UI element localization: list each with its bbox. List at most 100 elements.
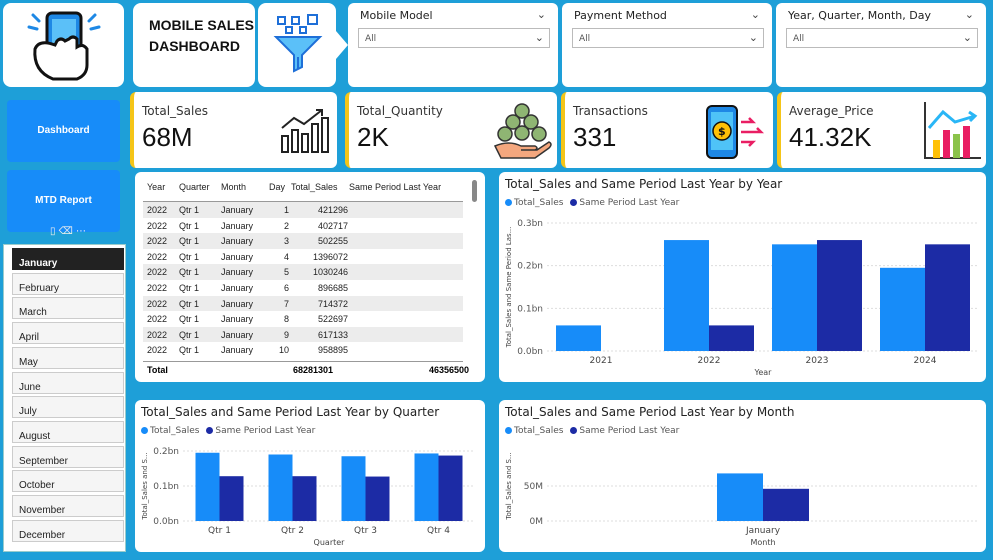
table-cell: January <box>221 282 254 293</box>
slicer-value: All <box>793 34 805 44</box>
y-tick-label: 0.2bn <box>517 262 543 272</box>
month-item[interactable]: January <box>12 248 124 270</box>
bar-last-year[interactable] <box>438 455 463 521</box>
slicer-dropdown[interactable]: All ⌄ <box>572 28 764 48</box>
bar-chart-up-icon <box>281 109 329 153</box>
sales-table[interactable]: Year Quarter Month Day Total_Sales Same Perio… <box>135 172 485 382</box>
x-tick-label: Qtr 1 <box>208 526 231 536</box>
table-cell: Qtr 1 <box>179 220 200 231</box>
y-tick-label: 50M <box>524 482 543 492</box>
x-tick-label: 2021 <box>590 356 613 366</box>
chevron-down-icon[interactable]: ⌄ <box>535 31 544 44</box>
chevron-down-icon[interactable]: ⌄ <box>749 31 758 44</box>
month-item[interactable]: December <box>12 519 124 542</box>
y-tick-label: 0.2bn <box>153 447 179 457</box>
chevron-down-icon[interactable]: ⌄ <box>751 8 760 21</box>
phone-payment-icon: $ <box>706 105 765 159</box>
column-header[interactable]: Quarter <box>179 182 210 192</box>
table-total-row: Total 68281301 46356500 <box>143 361 469 377</box>
table-cell: January <box>221 267 254 278</box>
bar-last-year[interactable] <box>292 476 317 521</box>
bar-last-year[interactable] <box>817 240 862 351</box>
column-header[interactable]: Total_Sales <box>291 182 338 192</box>
chevron-down-icon[interactable]: ⌄ <box>537 8 546 21</box>
column-header[interactable]: Same Period Last Year <box>349 182 441 192</box>
x-tick-label: 2023 <box>806 356 829 366</box>
slicer-dropdown[interactable]: All ⌄ <box>358 28 550 48</box>
chart-by-year[interactable]: Total_Sales and Same Period Last Year by… <box>499 172 986 382</box>
month-item[interactable]: June <box>12 371 124 394</box>
column-header[interactable]: Month <box>221 182 246 192</box>
bar-last-year[interactable] <box>219 476 244 521</box>
bar-last-year[interactable] <box>925 244 970 351</box>
table-scrollbar[interactable] <box>472 180 477 202</box>
month-item[interactable]: August <box>12 420 124 443</box>
kpi-average-price: Average_Price 41.32K <box>777 92 986 168</box>
page-title: MOBILE SALES DASHBOARD <box>149 15 254 57</box>
slicer-date-hierarchy[interactable]: Year, Quarter, Month, Day ⌄ All ⌄ <box>776 3 986 87</box>
column-header[interactable]: Day <box>269 182 285 192</box>
mtd-report-button[interactable]: MTD Report <box>7 170 120 232</box>
month-item[interactable]: February <box>12 272 124 295</box>
filter-icon-card <box>258 3 336 87</box>
kpi-total-sales: Total_Sales 68M <box>130 92 337 168</box>
month-item[interactable]: September <box>12 445 124 468</box>
y-tick-label: 0.0bn <box>153 517 179 527</box>
y-axis-label: Total_Sales and S... <box>141 452 149 520</box>
slicer-payment-method[interactable]: Payment Method ⌄ All ⌄ <box>562 3 772 87</box>
slicer-dropdown[interactable]: All ⌄ <box>786 28 978 48</box>
bar-total-sales[interactable] <box>341 456 366 521</box>
dashboard-button[interactable]: Dashboard <box>7 100 120 162</box>
month-item[interactable]: November <box>12 495 124 517</box>
table-row: 2022 Qtr 1 January 1 421296 <box>143 202 463 218</box>
chevron-down-icon[interactable]: ⌄ <box>963 31 972 44</box>
bar-last-year[interactable] <box>709 325 754 351</box>
table-cell: 2 <box>283 220 289 231</box>
kpi-transactions: Transactions 331 $ <box>561 92 773 168</box>
month-item[interactable]: July <box>12 396 124 419</box>
month-item[interactable]: April <box>12 322 124 345</box>
month-item[interactable]: May <box>12 346 124 369</box>
x-tick-label: Qtr 3 <box>354 526 377 536</box>
month-item[interactable]: March <box>12 297 124 320</box>
kpi-label: Total_Sales <box>142 104 208 118</box>
x-tick-label: Qtr 2 <box>281 526 304 536</box>
bar-total-sales[interactable] <box>772 244 817 351</box>
table-row: 2022 Qtr 1 January 7 714372 <box>143 295 463 312</box>
bar-total-sales[interactable] <box>717 473 763 521</box>
bar-total-sales[interactable] <box>268 454 293 522</box>
bar-total-sales[interactable] <box>556 325 601 351</box>
y-axis-label: Total_Sales and Same Period Las... <box>505 227 513 349</box>
kpi-value: 2K <box>357 122 389 152</box>
bar-total-sales[interactable] <box>880 267 925 351</box>
legend-label: Total_Sales <box>514 198 564 208</box>
table-cell: 2022 <box>147 205 168 215</box>
kpi-label: Total_Quantity <box>357 104 443 118</box>
chevron-down-icon[interactable]: ⌄ <box>965 8 974 21</box>
table-cell: 714372 <box>317 298 348 309</box>
chart-by-quarter[interactable]: Total_Sales and Same Period Last Year by… <box>135 400 485 552</box>
bar-total-sales[interactable] <box>664 240 709 351</box>
bar-total-sales[interactable] <box>195 452 220 521</box>
bar-last-year[interactable] <box>365 476 390 521</box>
legend-dot <box>141 427 148 434</box>
month-item[interactable]: October <box>12 470 124 493</box>
table-cell: January <box>221 329 254 340</box>
kpi-value: 68M <box>142 122 193 152</box>
bar-total-sales[interactable] <box>414 453 439 521</box>
table-cell: January <box>221 205 254 215</box>
table-cell: 2022 <box>147 267 168 278</box>
slicer-mobile-model[interactable]: Mobile Model ⌄ All ⌄ <box>348 3 558 87</box>
bar-last-year[interactable] <box>763 488 809 521</box>
legend-label: Same Period Last Year <box>579 198 680 208</box>
column-header[interactable]: Year <box>147 182 165 192</box>
kpi-label: Average_Price <box>789 104 874 118</box>
chart-by-month[interactable]: Total_Sales and Same Period Last Year by… <box>499 400 986 552</box>
table-cell: 1 <box>283 205 289 215</box>
y-tick-label: 0.1bn <box>153 482 179 492</box>
table-cell: January <box>221 298 254 309</box>
table-row: 2022 Qtr 1 January 8 522697 <box>143 311 463 327</box>
table-header: Year Quarter Month Day Total_Sales Same Perio… <box>143 180 463 202</box>
visual-header-icons[interactable]: ▯ ⌫ ⋯ <box>50 226 86 237</box>
table-cell: 2022 <box>147 220 168 231</box>
